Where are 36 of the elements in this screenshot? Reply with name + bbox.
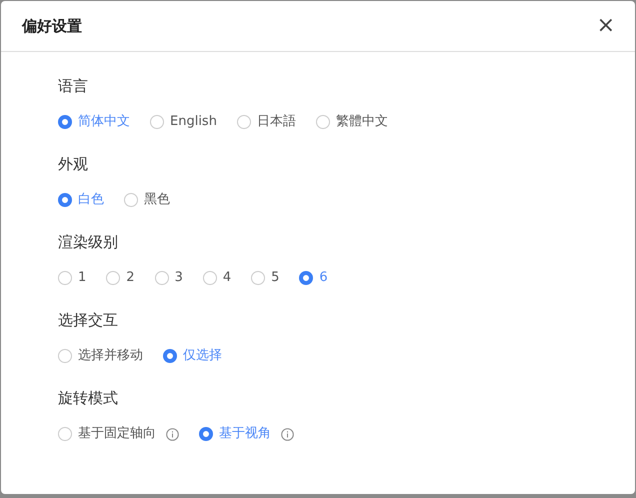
section-label: 旋转模式	[58, 388, 118, 408]
option-label[interactable]: 日本語	[256, 113, 296, 131]
option-label[interactable]: 黑色	[144, 191, 170, 209]
option-label[interactable]: 5	[271, 269, 280, 287]
radio-button[interactable]	[150, 115, 164, 129]
option-label[interactable]: 繁體中文	[336, 113, 388, 131]
radio-button[interactable]	[58, 427, 72, 441]
dialog-title: 偏好设置	[22, 16, 82, 36]
section-label: 语言	[58, 76, 88, 96]
radio-button[interactable]	[58, 271, 72, 285]
section-label: 渲染级别	[58, 232, 118, 252]
radio-button[interactable]	[58, 193, 72, 207]
section-label: 外观	[58, 154, 88, 174]
option-label[interactable]: 1	[78, 269, 86, 287]
radio-button[interactable]	[299, 271, 314, 285]
option-label[interactable]: 2	[126, 269, 135, 287]
radio-button[interactable]	[251, 271, 266, 285]
radio-button[interactable]	[236, 115, 251, 129]
option-label[interactable]: 4	[222, 269, 232, 287]
radio-button[interactable]	[163, 349, 177, 363]
radio-button[interactable]	[106, 271, 120, 285]
close-button[interactable]: ×	[596, 15, 615, 37]
info-icon[interactable]	[166, 428, 179, 440]
option-label[interactable]: 基于固定轴向	[78, 425, 156, 443]
option-label[interactable]: 3	[174, 269, 183, 287]
radio-button[interactable]	[316, 115, 330, 129]
radio-button[interactable]	[124, 193, 138, 207]
radio-button[interactable]	[154, 271, 169, 285]
radio-button[interactable]	[58, 115, 72, 129]
section-label: 选择交互	[58, 310, 118, 330]
radio-button[interactable]	[199, 427, 213, 441]
option-label[interactable]: English	[170, 113, 217, 131]
option-label[interactable]: 选择并移动	[78, 347, 143, 365]
radio-button[interactable]	[202, 271, 217, 285]
info-icon[interactable]	[281, 428, 294, 440]
radio-button[interactable]	[58, 349, 72, 363]
